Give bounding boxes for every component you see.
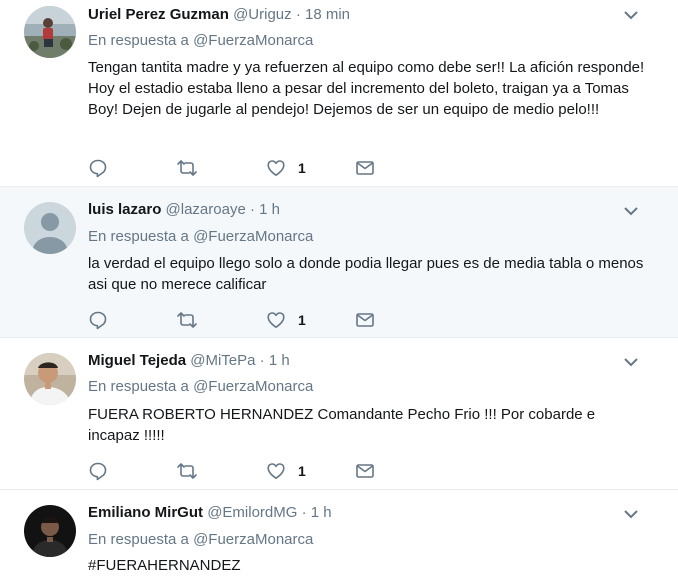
avatar[interactable] xyxy=(24,505,76,557)
like-button[interactable]: 1 xyxy=(266,310,306,330)
user-name[interactable]: luis lazaro xyxy=(88,201,161,218)
separator: · xyxy=(301,504,307,521)
user-handle[interactable]: @lazaroaye xyxy=(166,201,246,218)
user-handle[interactable]: @EmilordMG xyxy=(207,504,297,521)
reply-prefix: En respuesta a xyxy=(88,531,189,548)
avatar[interactable] xyxy=(24,202,76,254)
tweet-item[interactable]: Miguel Tejeda @MiTePa · 1 h En respuesta… xyxy=(0,338,678,490)
heart-icon xyxy=(267,160,285,176)
tweet-header: Emiliano MirGut @EmilordMG · 1 h xyxy=(88,504,332,521)
reply-context: En respuesta a @FuerzaMonarca xyxy=(88,531,313,548)
heart-icon xyxy=(267,463,285,479)
tweet-header: Uriel Perez Guzman @Uriguz · 18 min xyxy=(88,6,350,23)
user-name[interactable]: Miguel Tejeda xyxy=(88,352,186,369)
tweet-item[interactable]: Uriel Perez Guzman @Uriguz · 18 min En r… xyxy=(0,0,678,187)
retweet-button[interactable] xyxy=(176,461,198,481)
default-user-icon xyxy=(24,202,76,254)
like-button[interactable]: 1 xyxy=(266,158,306,178)
retweet-button[interactable] xyxy=(176,158,198,178)
reply-button[interactable] xyxy=(88,461,108,481)
tweet-text: la verdad el equipo llego solo a donde p… xyxy=(88,255,644,293)
reply-context: En respuesta a @FuerzaMonarca xyxy=(88,378,313,395)
like-count: 1 xyxy=(298,160,306,176)
envelope-icon xyxy=(356,313,374,327)
reply-prefix: En respuesta a xyxy=(88,228,189,245)
reply-mention[interactable]: @FuerzaMonarca xyxy=(193,32,313,49)
tweet-header: Miguel Tejeda @MiTePa · 1 h xyxy=(88,352,290,369)
user-handle[interactable]: @Uriguz xyxy=(233,6,292,23)
tweet-text: Tengan tantita madre y ya refuerzen al e… xyxy=(88,59,645,118)
like-count: 1 xyxy=(298,463,306,479)
reply-button[interactable] xyxy=(88,158,108,178)
reply-icon xyxy=(89,311,107,330)
tweet-header: luis lazaro @lazaroaye · 1 h xyxy=(88,201,280,218)
avatar[interactable] xyxy=(24,353,76,405)
like-button[interactable]: 1 xyxy=(266,461,306,481)
chevron-down-icon[interactable] xyxy=(622,356,640,368)
reply-icon xyxy=(89,159,107,178)
tweet-item[interactable]: Emiliano MirGut @EmilordMG · 1 h En resp… xyxy=(0,490,678,585)
reply-mention[interactable]: @FuerzaMonarca xyxy=(193,378,313,395)
user-name[interactable]: Uriel Perez Guzman xyxy=(88,6,229,23)
separator: · xyxy=(259,352,265,369)
retweet-icon xyxy=(177,463,197,479)
envelope-icon xyxy=(356,161,374,175)
reply-context: En respuesta a @FuerzaMonarca xyxy=(88,32,313,49)
avatar[interactable] xyxy=(24,6,76,58)
chevron-down-icon[interactable] xyxy=(622,9,640,21)
separator: · xyxy=(249,201,255,218)
reply-prefix: En respuesta a xyxy=(88,32,189,49)
reply-mention[interactable]: @FuerzaMonarca xyxy=(193,228,313,245)
separator: · xyxy=(295,6,301,23)
reply-prefix: En respuesta a xyxy=(88,378,189,395)
timestamp[interactable]: 1 h xyxy=(259,201,280,218)
envelope-icon xyxy=(356,464,374,478)
like-count: 1 xyxy=(298,312,306,328)
tweet-text: FUERA ROBERTO HERNANDEZ Comandante Pecho… xyxy=(88,406,596,444)
chevron-down-icon[interactable] xyxy=(622,508,640,520)
retweet-button[interactable] xyxy=(176,310,198,330)
direct-message-button[interactable] xyxy=(355,310,375,330)
chevron-down-icon[interactable] xyxy=(622,205,640,217)
direct-message-button[interactable] xyxy=(355,158,375,178)
retweet-icon xyxy=(177,160,197,176)
user-name[interactable]: Emiliano MirGut xyxy=(88,504,203,521)
direct-message-button[interactable] xyxy=(355,461,375,481)
heart-icon xyxy=(267,312,285,328)
retweet-icon xyxy=(177,312,197,328)
tweet-text[interactable]: #FUERAHERNANDEZ xyxy=(88,555,648,576)
timestamp[interactable]: 18 min xyxy=(305,6,350,23)
reply-icon xyxy=(89,462,107,481)
timestamp[interactable]: 1 h xyxy=(311,504,332,521)
tweet-item[interactable]: luis lazaro @lazaroaye · 1 h En respuest… xyxy=(0,187,678,338)
user-handle[interactable]: @MiTePa xyxy=(190,352,255,369)
reply-button[interactable] xyxy=(88,310,108,330)
timestamp[interactable]: 1 h xyxy=(269,352,290,369)
reply-mention[interactable]: @FuerzaMonarca xyxy=(193,531,313,548)
reply-context: En respuesta a @FuerzaMonarca xyxy=(88,228,313,245)
